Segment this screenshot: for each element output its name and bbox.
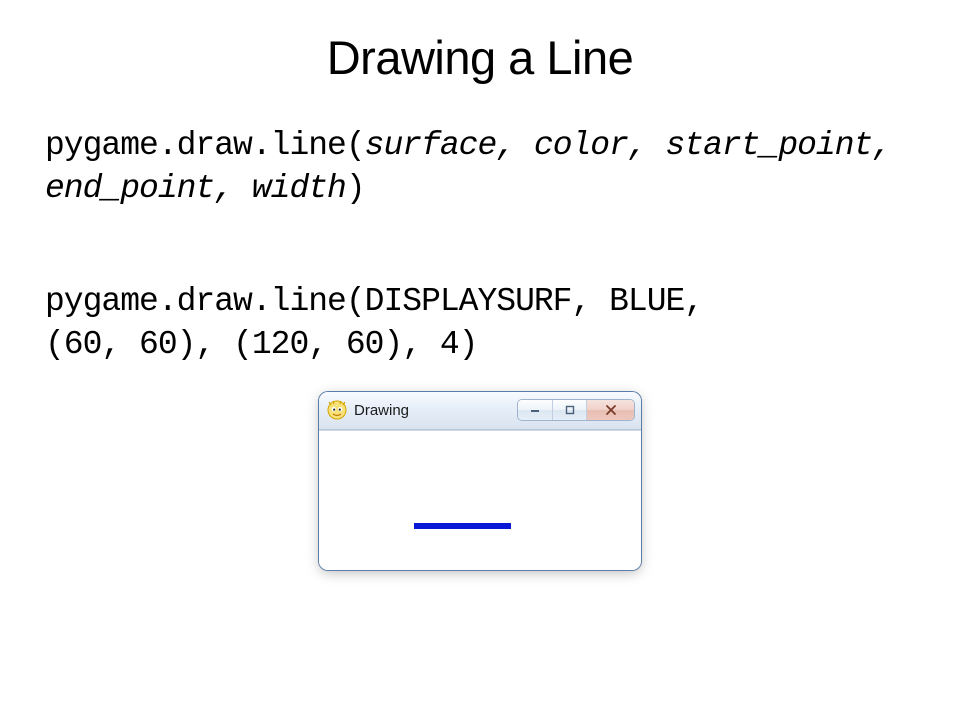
window-wrap: Drawing [45, 392, 915, 570]
window-title: Drawing [354, 402, 510, 419]
signature-fn-close: ) [346, 170, 365, 207]
pygame-window: Drawing [319, 392, 641, 570]
code-signature: pygame.draw.line(surface, color, start_p… [45, 125, 915, 211]
minimize-button[interactable] [518, 400, 552, 420]
window-content [319, 430, 641, 570]
close-button[interactable] [586, 400, 634, 420]
signature-fn-open: pygame.draw.line( [45, 127, 365, 164]
code-example-line-2: (60, 60), (120, 60), 4) [45, 324, 915, 367]
code-example: pygame.draw.line(DISPLAYSURF, BLUE, (60,… [45, 281, 915, 367]
maximize-button[interactable] [552, 400, 586, 420]
pygame-app-icon [327, 400, 347, 420]
slide-title: Drawing a Line [45, 30, 915, 85]
window-buttons [517, 399, 635, 421]
code-example-line-1: pygame.draw.line(DISPLAYSURF, BLUE, [45, 281, 915, 324]
drawn-blue-line [414, 523, 511, 529]
window-titlebar: Drawing [319, 392, 641, 430]
